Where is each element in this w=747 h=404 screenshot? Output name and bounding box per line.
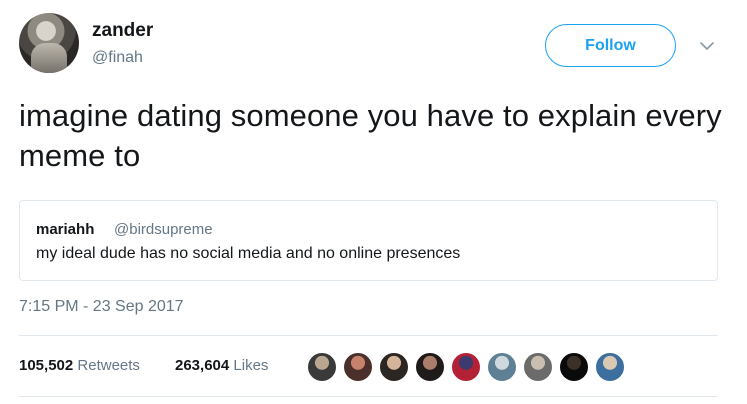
author-handle[interactable]: @finah <box>92 49 143 67</box>
likes-label: Likes <box>233 357 269 374</box>
liker-avatar[interactable] <box>594 351 626 383</box>
quoted-tweet[interactable]: mariahh @birdsupreme my ideal dude has n… <box>19 200 718 281</box>
likes-count: 263,604 <box>175 357 230 374</box>
quoted-author-name: mariahh <box>36 221 95 238</box>
liker-avatar[interactable] <box>306 351 338 383</box>
divider <box>19 335 718 336</box>
chevron-down-icon[interactable] <box>698 37 716 55</box>
quoted-author-handle: @birdsupreme <box>114 221 213 238</box>
retweets-stat[interactable]: 105,502 Retweets <box>19 357 140 374</box>
liker-avatar[interactable] <box>522 351 554 383</box>
tweet-text: imagine dating someone you have to expla… <box>19 98 722 173</box>
retweets-label: Retweets <box>77 357 140 374</box>
liker-avatar[interactable] <box>486 351 518 383</box>
divider <box>19 396 718 397</box>
likes-stat[interactable]: 263,604 Likes <box>175 357 268 374</box>
quoted-tweet-text: my ideal dude has no social media and no… <box>36 245 461 262</box>
liker-avatar[interactable] <box>450 351 482 383</box>
author-name[interactable]: zander <box>92 20 153 42</box>
avatar[interactable] <box>19 13 79 73</box>
retweets-count: 105,502 <box>19 357 74 374</box>
liker-avatar[interactable] <box>378 351 410 383</box>
liker-avatar[interactable] <box>342 351 374 383</box>
liker-avatar[interactable] <box>414 351 446 383</box>
tweet-card: zander @finah Follow imagine dating some… <box>0 0 747 404</box>
tweet-timestamp[interactable]: 7:15 PM - 23 Sep 2017 <box>19 298 184 316</box>
follow-button[interactable]: Follow <box>545 24 676 67</box>
liker-avatar[interactable] <box>558 351 590 383</box>
